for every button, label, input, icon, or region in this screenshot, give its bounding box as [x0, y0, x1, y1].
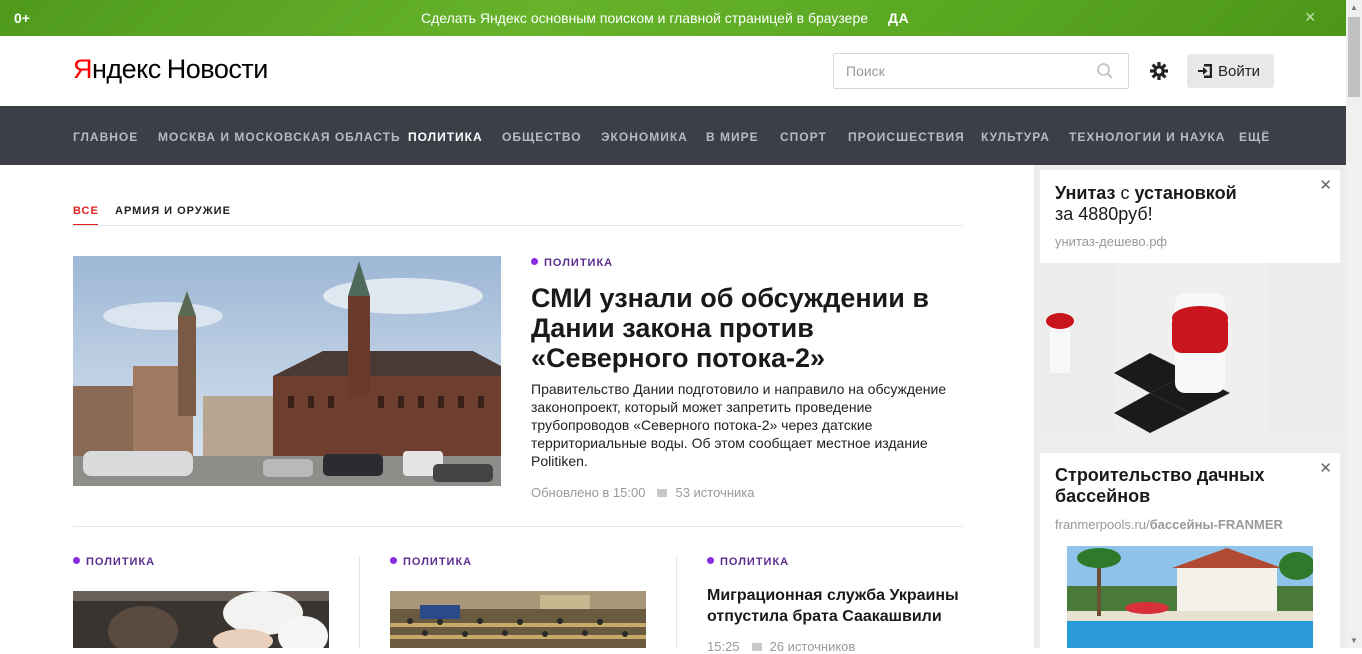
- search-box: [833, 53, 1129, 89]
- nav-item-society[interactable]: ОБЩЕСТВО: [502, 130, 582, 144]
- search-input[interactable]: [834, 54, 1084, 88]
- scrollbar[interactable]: ▲ ▼: [1346, 0, 1362, 648]
- promo-accept-button[interactable]: ДА: [888, 10, 909, 26]
- login-icon: [1198, 64, 1212, 78]
- nav-item-sport[interactable]: СПОРТ: [780, 130, 827, 144]
- ad-close-icon[interactable]: ✕: [1319, 176, 1332, 194]
- rubric-nav: ГЛАВНОЕ МОСКВА И МОСКОВСКАЯ ОБЛАСТЬ ПОЛИ…: [0, 106, 1346, 165]
- card-image[interactable]: [390, 591, 646, 648]
- ad-close-icon[interactable]: ✕: [1319, 459, 1332, 477]
- card-meta: 15:25 26 источников: [707, 639, 855, 654]
- rubric-dot: [707, 557, 714, 564]
- divider: [73, 225, 963, 226]
- rubric-label: ПОЛИТИКА: [544, 257, 614, 269]
- parliament-photo: [390, 591, 646, 648]
- logo-service: Новости: [166, 54, 269, 84]
- nav-item-world[interactable]: В МИРЕ: [706, 130, 759, 144]
- rubric-dot: [531, 258, 538, 265]
- subtab-army[interactable]: АРМИЯ И ОРУЖИЕ: [115, 205, 231, 217]
- ad-title-part: Унитаз: [1055, 183, 1116, 203]
- sources-count[interactable]: 26 источников: [770, 639, 856, 654]
- toilet-photo: [1040, 263, 1340, 433]
- age-rating: 0+: [14, 10, 30, 26]
- updated-time: Обновлено в 15:00: [531, 485, 646, 500]
- nav-item-politics[interactable]: ПОЛИТИКА: [408, 130, 483, 144]
- card-image[interactable]: [73, 591, 329, 648]
- ad-domain-part: бассейны-FRANMER: [1149, 517, 1283, 532]
- nav-item-moscow[interactable]: МОСКВА И МОСКОВСКАЯ ОБЛАСТЬ: [158, 130, 401, 144]
- ad-block[interactable]: Строительство дачных бассейнов franmerpo…: [1040, 453, 1340, 648]
- card-rubric[interactable]: ПОЛИТИКА: [707, 556, 789, 568]
- nav-item-main[interactable]: ГЛАВНОЕ: [73, 130, 138, 144]
- nav-item-economy[interactable]: ЭКОНОМИКА: [601, 130, 688, 144]
- main-story-meta: Обновлено в 15:00 53 источника: [531, 485, 754, 500]
- ad-title-part: за 4880руб!: [1055, 204, 1153, 224]
- sources-icon: [751, 643, 762, 651]
- nav-item-more[interactable]: ЕЩЁ: [1239, 130, 1270, 144]
- rubric-dot: [73, 557, 80, 564]
- rubric-label: ПОЛИТИКА: [720, 556, 790, 568]
- nav-item-incidents[interactable]: ПРОИСШЕСТВИЯ: [848, 130, 965, 144]
- logo[interactable]: Яндекс Новости: [73, 54, 268, 85]
- sources-count[interactable]: 53 источника: [675, 485, 754, 500]
- divider: [73, 526, 963, 527]
- search-icon[interactable]: [1096, 62, 1114, 80]
- card-title[interactable]: Миграционная служба Украины отпустила бр…: [707, 585, 967, 627]
- logo-yandex: ндекс: [92, 54, 161, 84]
- promo-message[interactable]: Сделать Яндекс основным поиском и главно…: [421, 10, 868, 26]
- main-story-image[interactable]: [73, 256, 501, 486]
- main-story-rubric[interactable]: ПОЛИТИКА: [531, 257, 613, 269]
- login-label: Войти: [1218, 63, 1260, 80]
- city-hall-photo: [73, 256, 501, 486]
- logo-letter: Я: [73, 54, 93, 84]
- ad-domain: franmerpools.ru/бассейны-FRANMER: [1055, 517, 1283, 532]
- promo-close-icon[interactable]: ×: [1305, 7, 1316, 28]
- rubric-label: ПОЛИТИКА: [403, 556, 473, 568]
- main-story-annotation: Правительство Дании подготовило и направ…: [531, 381, 947, 469]
- scroll-down-icon[interactable]: ▼: [1350, 636, 1358, 645]
- promo-bar: 0+ Сделать Яндекс основным поиском и гла…: [0, 0, 1346, 36]
- card-rubric[interactable]: ПОЛИТИКА: [390, 556, 472, 568]
- rubric-dot: [390, 557, 397, 564]
- card-time: 15:25: [707, 639, 740, 654]
- subtab-all[interactable]: ВСЕ: [73, 205, 99, 217]
- gear-icon[interactable]: [1148, 60, 1170, 82]
- nav-item-culture[interactable]: КУЛЬТУРА: [981, 130, 1050, 144]
- ad-title: Унитаз с установкой за 4880руб!: [1055, 183, 1237, 225]
- chefs-photo: [73, 591, 329, 648]
- nav-item-tech[interactable]: ТЕХНОЛОГИИ И НАУКА: [1069, 130, 1225, 144]
- login-button[interactable]: Войти: [1187, 54, 1274, 88]
- ad-domain: унитаз-дешево.рф: [1055, 234, 1168, 249]
- column-separator: [359, 556, 360, 648]
- ad-title-part: установкой: [1134, 183, 1237, 203]
- scroll-up-icon[interactable]: ▲: [1350, 3, 1358, 12]
- pool-photo: [1067, 546, 1313, 648]
- rubric-label: ПОЛИТИКА: [86, 556, 156, 568]
- sources-icon: [657, 489, 668, 497]
- column-separator: [676, 556, 677, 648]
- ad-title-part: с: [1115, 183, 1135, 203]
- main-story-title[interactable]: СМИ узнали об обсуждении в Дании закона …: [531, 283, 961, 373]
- ad-title: Строительство дачных бассейнов: [1055, 465, 1265, 506]
- ad-domain-part: franmerpools.ru/: [1055, 517, 1150, 532]
- ad-block[interactable]: Унитаз с установкой за 4880руб! унитаз-д…: [1040, 170, 1340, 433]
- card-rubric[interactable]: ПОЛИТИКА: [73, 556, 155, 568]
- scroll-thumb[interactable]: [1348, 17, 1360, 97]
